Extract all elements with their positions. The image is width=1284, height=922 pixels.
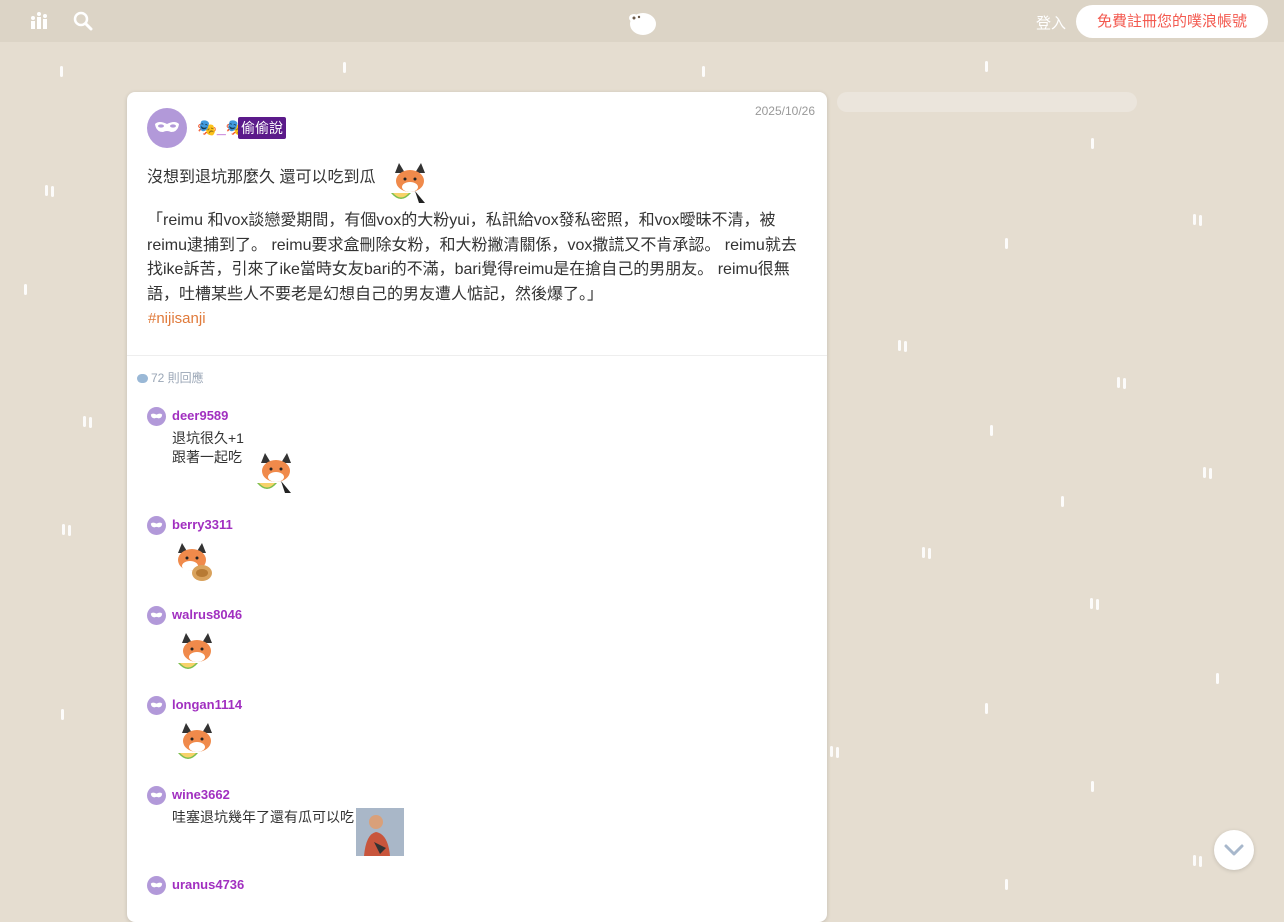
- reply-username[interactable]: uranus4736: [172, 877, 244, 892]
- post-first-line: 沒想到退坑那麼久 還可以吃到瓜: [147, 169, 376, 186]
- post-date: 2025/10/26: [754, 104, 815, 118]
- anonymous-avatar[interactable]: [147, 407, 166, 426]
- plurk-logo-icon[interactable]: [626, 10, 658, 36]
- reply-count-label: 72 則回應: [151, 371, 204, 385]
- fox-watermelon-sticker-icon: [172, 629, 220, 677]
- search-icon[interactable]: [73, 11, 93, 31]
- fox-eating-sticker-icon: [172, 539, 220, 587]
- anonymous-avatar[interactable]: [147, 108, 187, 148]
- hashtag-link[interactable]: #nijisanji: [148, 310, 206, 327]
- anonymous-avatar[interactable]: [147, 876, 166, 895]
- chart-icon[interactable]: [30, 11, 50, 31]
- anonymous-avatar[interactable]: [147, 786, 166, 805]
- comment-icon: [137, 374, 148, 383]
- reply-text: 退坑很久+1 跟著一起吃: [172, 430, 244, 465]
- chevron-down-icon: [1224, 844, 1244, 856]
- signup-button[interactable]: 免費註冊您的噗浪帳號: [1076, 5, 1268, 38]
- login-link[interactable]: 登入: [1036, 12, 1066, 33]
- plurk-card: 🎭_🎭 偷偷說 2025/10/26 沒想到退坑那麼久 還可以吃到瓜 「reim…: [127, 92, 827, 922]
- reply-username[interactable]: wine3662: [172, 787, 230, 802]
- fox-watermelon-sticker-icon: [172, 719, 220, 767]
- reply-username[interactable]: berry3311: [172, 517, 233, 532]
- fox-watermelon-sticker-icon: [385, 159, 433, 207]
- reply-username[interactable]: longan1114: [172, 697, 242, 712]
- reply-username[interactable]: deer9589: [172, 408, 228, 423]
- reply-count[interactable]: 72 則回應: [137, 369, 204, 386]
- reply-username[interactable]: walrus8046: [172, 607, 242, 622]
- anonymous-avatar[interactable]: [147, 606, 166, 625]
- fox-watermelon-sticker-icon: [251, 449, 299, 497]
- anonymous-badge: 偷偷說: [238, 117, 286, 139]
- scroll-down-button[interactable]: [1214, 830, 1254, 870]
- post-content: 「reimu 和vox談戀愛期間，有個vox的大粉yui，私訊給vox發私密照，…: [147, 212, 797, 303]
- sidebar-placeholder: [837, 92, 1137, 112]
- anonymous-avatar[interactable]: [147, 696, 166, 715]
- reply-photo[interactable]: [356, 808, 404, 856]
- divider: [127, 355, 827, 356]
- top-bar: 登入 免費註冊您的噗浪帳號: [0, 0, 1284, 42]
- anonymous-avatar[interactable]: [147, 516, 166, 535]
- reply-text: 哇塞退坑幾年了還有瓜可以吃: [172, 809, 354, 825]
